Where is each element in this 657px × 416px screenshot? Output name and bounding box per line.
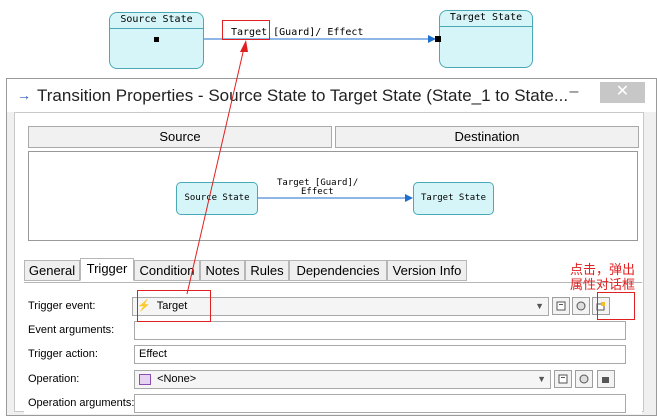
annotation-text-line2: 属性对话框 [570, 277, 636, 292]
annotation-arrow [186, 40, 248, 295]
annotation-text-line1: 点击，弹出 [570, 262, 636, 277]
